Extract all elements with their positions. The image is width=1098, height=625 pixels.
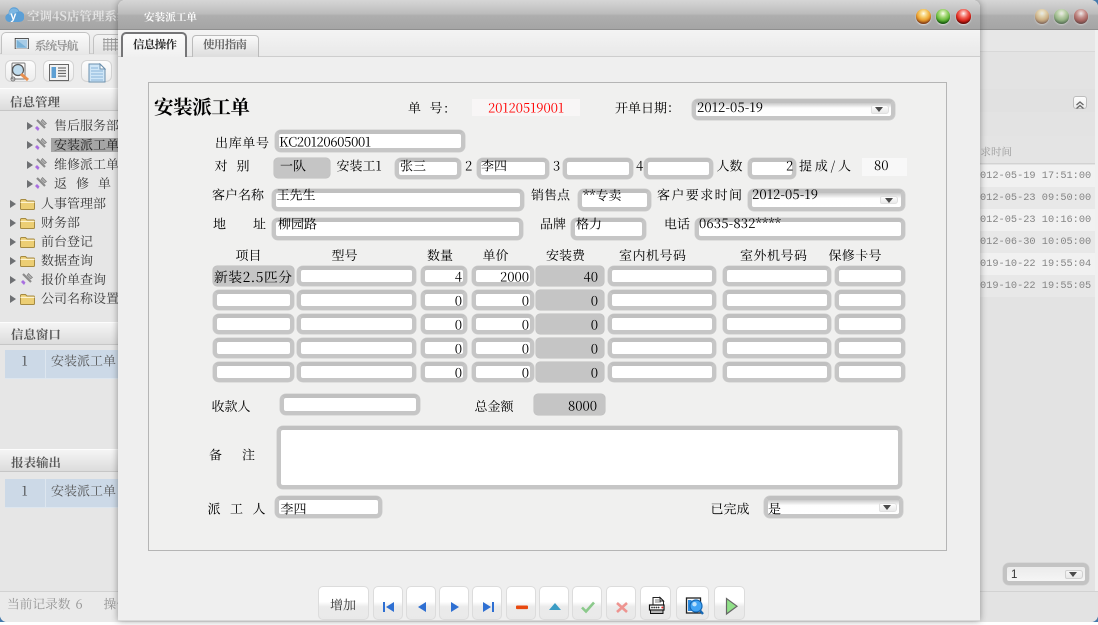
svg-text:y: y (10, 11, 17, 23)
